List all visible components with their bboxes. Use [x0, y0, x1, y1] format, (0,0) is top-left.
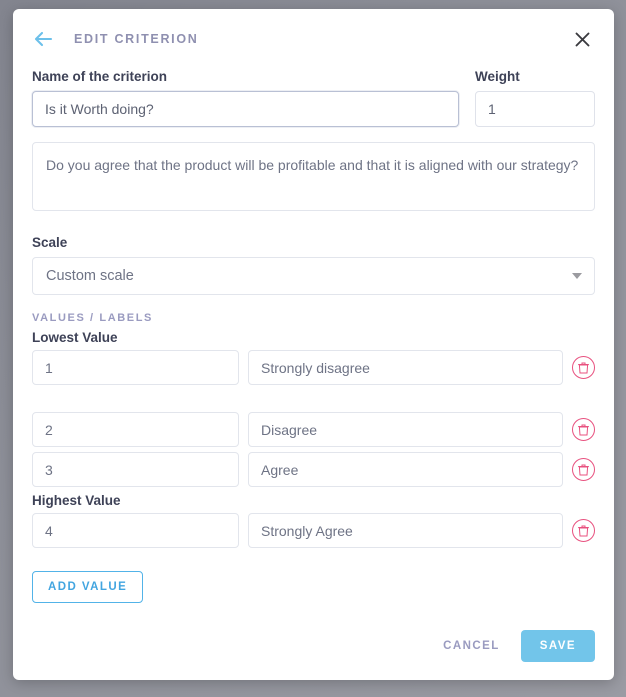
criterion-description-textarea[interactable]: Do you agree that the product will be pr…: [32, 142, 595, 212]
cancel-button[interactable]: CANCEL: [439, 632, 504, 660]
value-number-input[interactable]: [32, 452, 239, 488]
trash-icon[interactable]: [572, 458, 595, 482]
trash-icon[interactable]: [572, 356, 595, 380]
value-label-input[interactable]: [248, 513, 563, 549]
arrow-left-icon[interactable]: [31, 26, 57, 52]
trash-icon[interactable]: [572, 418, 595, 442]
value-number-input[interactable]: [32, 350, 239, 386]
page-title: EDIT CRITERION: [74, 32, 199, 46]
add-value-button[interactable]: ADD VALUE: [32, 571, 144, 604]
value-number-input[interactable]: [32, 412, 239, 448]
table-row: [32, 452, 595, 488]
lowest-value-label: Lowest Value: [32, 330, 118, 346]
scale-label: Scale: [32, 235, 68, 251]
row-spacer: [32, 390, 595, 412]
weight-group: Weight: [475, 69, 595, 127]
value-number-input[interactable]: [32, 513, 239, 549]
save-button[interactable]: SAVE: [520, 630, 595, 662]
dialog-footer: CANCEL SAVE: [439, 630, 595, 662]
scale-selected-value: Custom scale: [46, 268, 134, 285]
weight-label: Weight: [475, 69, 520, 84]
dialog-body: Name of the criterion Weight Do you agre…: [13, 69, 614, 604]
table-row: [32, 513, 595, 549]
table-row: [32, 412, 595, 448]
close-icon[interactable]: [569, 26, 595, 52]
criterion-name-group: Name of the criterion: [32, 69, 459, 127]
edit-criterion-dialog: EDIT CRITERION Name of the criterion Wei…: [13, 9, 614, 680]
scale-select-wrapper: Custom scale: [32, 257, 595, 296]
value-label-input[interactable]: [248, 412, 563, 448]
values-labels-caption: VALUES / LABELS: [32, 312, 153, 325]
scale-select[interactable]: Custom scale: [32, 257, 595, 296]
table-row: [32, 350, 595, 386]
weight-input[interactable]: [475, 91, 595, 127]
highest-value-label: Highest Value: [32, 493, 121, 509]
value-label-input[interactable]: [248, 452, 563, 488]
trash-icon[interactable]: [572, 519, 595, 543]
criterion-name-input[interactable]: [32, 91, 459, 127]
scale-group: Scale Custom scale: [32, 235, 595, 296]
value-label-input[interactable]: [248, 350, 563, 386]
criterion-name-label: Name of the criterion: [32, 69, 168, 84]
name-weight-row: Name of the criterion Weight: [32, 69, 595, 127]
dialog-header: EDIT CRITERION: [13, 9, 614, 69]
